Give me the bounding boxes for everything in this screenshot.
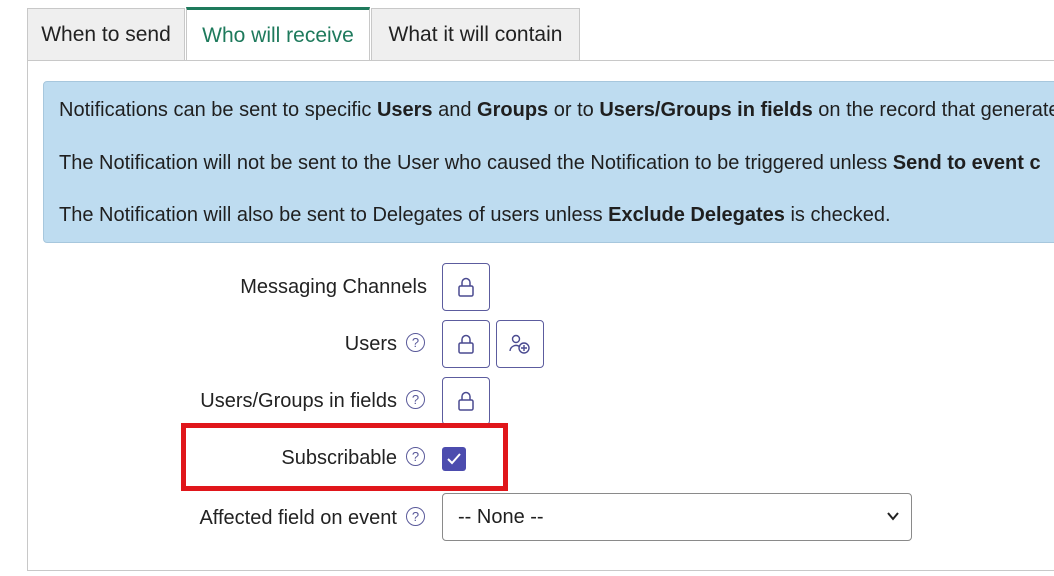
affected-field-label: Affected field on event xyxy=(199,507,397,529)
lock-icon xyxy=(458,334,474,354)
info-line-1: Notifications can be sent to specific Us… xyxy=(59,99,1054,121)
subscribable-highlight-box xyxy=(181,423,508,491)
chevron-down-icon xyxy=(887,512,899,521)
users-groups-in-fields-label: Users/Groups in fields xyxy=(200,390,397,412)
users-groups-help-icon[interactable]: ? xyxy=(406,390,425,409)
tab-who-will-receive[interactable]: Who will receive xyxy=(186,7,370,61)
affected-field-help-icon[interactable]: ? xyxy=(406,507,425,526)
lock-icon xyxy=(458,391,474,411)
lock-icon xyxy=(458,277,474,297)
affected-field-select[interactable]: -- None -- xyxy=(442,493,912,541)
tab-what-it-will-contain[interactable]: What it will contain xyxy=(371,8,580,60)
tab-when-to-send[interactable]: When to send xyxy=(27,8,185,60)
info-line-2: The Notification will not be sent to the… xyxy=(59,152,1041,174)
messaging-channels-lock-button[interactable] xyxy=(442,263,490,311)
add-user-icon xyxy=(509,334,530,354)
affected-field-value: -- None -- xyxy=(458,506,544,528)
add-users-button[interactable] xyxy=(496,320,544,368)
users-lock-button[interactable] xyxy=(442,320,490,368)
users-groups-lock-button[interactable] xyxy=(442,377,490,425)
users-label: Users xyxy=(344,333,397,355)
info-line-3: The Notification will also be sent to De… xyxy=(59,204,891,226)
tab-bar: When to send Who will receive What it wi… xyxy=(27,7,581,61)
messaging-channels-label: Messaging Channels xyxy=(240,276,427,298)
info-message: Notifications can be sent to specific Us… xyxy=(43,81,1054,243)
users-help-icon[interactable]: ? xyxy=(406,333,425,352)
